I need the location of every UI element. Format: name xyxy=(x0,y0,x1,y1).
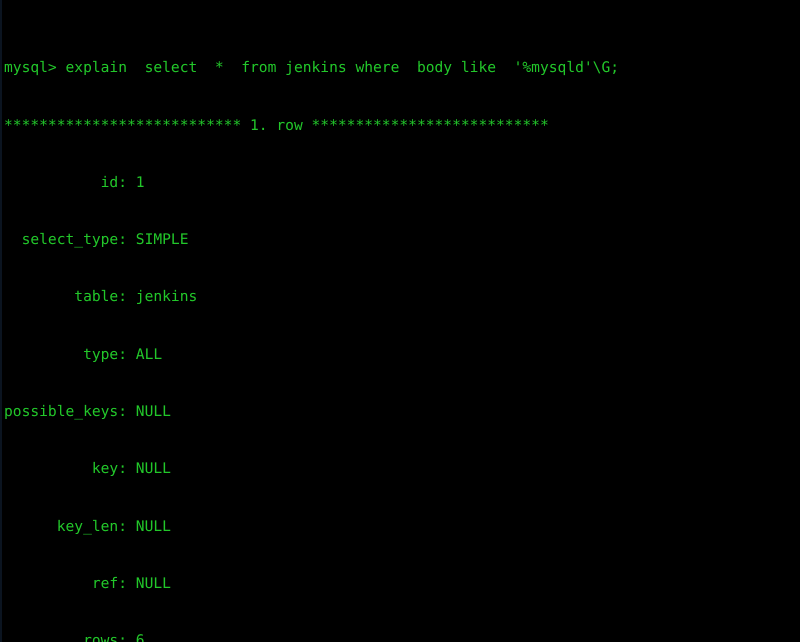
terminal-line: mysql> explain select * from jenkins whe… xyxy=(4,59,620,77)
terminal-screen[interactable]: mysql> explain select * from jenkins whe… xyxy=(4,1,796,642)
terminal-line: *************************** 1. row *****… xyxy=(4,116,549,134)
terminal-line: key: NULL xyxy=(4,460,171,478)
terminal-line: possible_keys: NULL xyxy=(4,402,171,420)
terminal-line: select_type: SIMPLE xyxy=(4,231,189,249)
terminal-window[interactable]: mysql> explain select * from jenkins whe… xyxy=(0,0,800,642)
terminal-line: table: jenkins xyxy=(4,288,198,306)
terminal-line: type: ALL xyxy=(4,345,163,363)
terminal-line: ref: NULL xyxy=(4,574,171,592)
terminal-line: key_len: NULL xyxy=(4,517,171,535)
terminal-line: id: 1 xyxy=(4,173,145,191)
terminal-line: rows: 6 xyxy=(4,632,145,642)
